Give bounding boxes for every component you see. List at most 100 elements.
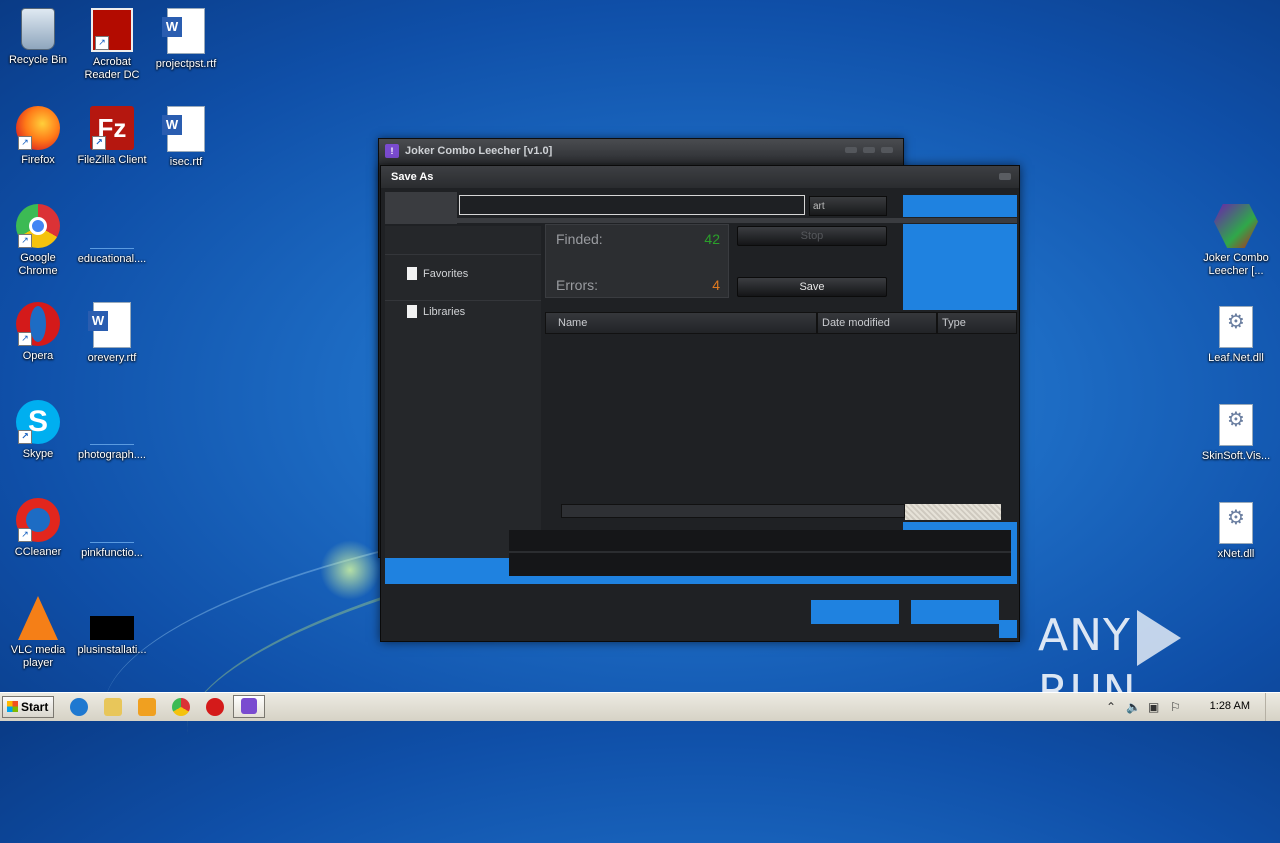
chevron-up-icon[interactable]: ⌃ — [1106, 700, 1116, 714]
desktop-icon-projectpst[interactable]: projectpst.rtf — [148, 8, 224, 71]
desktop-icon-label: Recycle Bin — [8, 54, 68, 66]
play-logo-icon — [1136, 610, 1181, 666]
desktop-icon-label: Skype — [22, 448, 54, 460]
explorer-icon[interactable] — [104, 698, 122, 716]
word-doc-icon — [88, 302, 131, 348]
vlc-icon — [18, 596, 58, 640]
dialog-save-button[interactable] — [811, 600, 899, 624]
firefox-icon: ↗ — [16, 106, 60, 150]
start-button[interactable]: Start — [2, 696, 54, 718]
taskbar: Start ⌃ 🔈 ▣ ⚐ 1:28 AM — [0, 692, 1280, 721]
recycle-bin-icon — [21, 8, 55, 50]
acrobat-icon: ↗ — [91, 8, 133, 52]
desktop-icon-acrobat[interactable]: ↗ Acrobat Reader DC — [74, 8, 150, 82]
watermark-text: ANY — [1038, 610, 1131, 661]
save-as-dialog[interactable]: Save As art Favorites Libraries Finded: … — [380, 165, 1020, 642]
resize-grip[interactable] — [999, 620, 1017, 638]
desktop-icon-label: isec.rtf — [169, 156, 203, 168]
filezilla-icon: Fz ↗ — [90, 106, 134, 150]
divider — [385, 218, 1017, 223]
opera-icon[interactable] — [206, 698, 224, 716]
dll-file-icon — [1219, 404, 1253, 446]
desktop-icon-leaf-dll[interactable]: Leaf.Net.dll — [1198, 306, 1274, 365]
save-button[interactable]: Save — [737, 277, 887, 297]
blank-file-icon — [90, 422, 134, 445]
network-icon[interactable]: ▣ — [1148, 700, 1159, 714]
show-desktop-button[interactable] — [1265, 693, 1280, 721]
desktop-icon-label: orevery.rtf — [87, 352, 137, 364]
flag-icon[interactable]: ⚐ — [1170, 700, 1181, 714]
errors-value: 4 — [712, 277, 720, 293]
shortcut-arrow-icon: ↗ — [92, 136, 106, 150]
errors-label: Errors: — [556, 277, 598, 293]
close-icon[interactable] — [999, 173, 1011, 180]
desktop-icon-orevery[interactable]: orevery.rtf — [74, 302, 150, 365]
nav-label: Favorites — [423, 268, 469, 280]
skype-icon: S ↗ — [16, 400, 60, 444]
desktop-icon-label: FileZilla Client — [77, 154, 147, 166]
desktop-icon-label: Google Chrome — [18, 252, 58, 277]
desktop-icon-label: educational.... — [77, 253, 147, 265]
column-header-type[interactable]: Type — [937, 312, 1017, 334]
opera-icon: ↗ — [16, 302, 60, 346]
nav-divider — [385, 300, 541, 301]
nav-item-libraries[interactable]: Libraries — [405, 302, 465, 322]
search-button[interactable]: art — [809, 196, 887, 216]
ie-icon[interactable] — [70, 698, 88, 716]
desktop-icon-label: Firefox — [21, 154, 55, 166]
dll-file-icon — [1219, 306, 1253, 348]
save-as-title-bar[interactable]: Save As — [381, 166, 1019, 188]
desktop-icon-joker[interactable]: Joker Combo Leecher [... — [1198, 204, 1274, 278]
desktop-icon-label: Joker Combo Leecher [... — [1203, 252, 1269, 277]
desktop-icon-skype[interactable]: S ↗ Skype — [0, 400, 76, 461]
clock[interactable]: 1:28 AM — [1210, 700, 1250, 712]
column-header-name[interactable]: Name — [545, 312, 817, 334]
nav-item-favorites[interactable]: Favorites — [405, 264, 468, 284]
desktop-icon-label: pinkfunctio... — [81, 547, 143, 559]
desktop-icon-vlc[interactable]: VLC media player — [0, 596, 76, 670]
chrome-icon[interactable] — [172, 698, 190, 716]
dialog-cancel-button[interactable] — [911, 600, 999, 624]
blank-file-icon — [90, 226, 134, 249]
desktop-icon-photograph[interactable]: photograph.... — [74, 400, 150, 462]
shortcut-arrow-icon: ↗ — [95, 36, 109, 50]
file-list[interactable] — [545, 336, 1017, 522]
desktop-icon-label: photograph.... — [78, 449, 146, 461]
path-input[interactable] — [459, 195, 805, 215]
nav-divider — [385, 254, 541, 255]
window-title: Joker Combo Leecher [v1.0] — [405, 145, 553, 157]
word-doc-icon — [162, 106, 205, 152]
media-player-icon[interactable] — [138, 698, 156, 716]
column-header-date-modified[interactable]: Date modified — [817, 312, 937, 334]
desktop-icon-label: CCleaner — [14, 546, 62, 558]
black-file-icon — [90, 616, 134, 640]
desktop-icon-label: projectpst.rtf — [155, 58, 217, 70]
desktop-icon-educational[interactable]: educational.... — [74, 204, 150, 266]
desktop-icon-xnet-dll[interactable]: xNet.dll — [1198, 502, 1274, 561]
desktop-icon-ccleaner[interactable]: ↗ CCleaner — [0, 498, 76, 559]
desktop-icon-plusinstallation[interactable]: plusinstallati... — [74, 596, 150, 657]
desktop-icon-pinkfunction[interactable]: pinkfunctio... — [74, 498, 150, 560]
shortcut-arrow-icon: ↗ — [18, 332, 32, 346]
close-icon[interactable] — [881, 147, 893, 153]
folder-icon — [407, 305, 417, 318]
desktop-icon-isec[interactable]: isec.rtf — [148, 106, 224, 169]
shortcut-arrow-icon: ↗ — [18, 234, 32, 248]
horizontal-scrollbar[interactable] — [561, 504, 905, 518]
divider — [509, 551, 1011, 553]
maximize-icon[interactable] — [863, 147, 875, 153]
finded-value: 42 — [704, 231, 720, 247]
desktop-icon-skinsoft-dll[interactable]: SkinSoft.Vis... — [1198, 404, 1274, 463]
nav-label: Libraries — [423, 306, 466, 318]
minimize-icon[interactable] — [845, 147, 857, 153]
stop-button[interactable]: Stop — [737, 226, 887, 246]
desktop-icon-chrome[interactable]: ↗ Google Chrome — [0, 204, 76, 278]
volume-icon[interactable]: 🔈 — [1126, 700, 1141, 714]
desktop-icon-filezilla[interactable]: Fz ↗ FileZilla Client — [74, 106, 150, 167]
taskbar-joker-button[interactable] — [233, 695, 265, 718]
desktop-icon-label: Opera — [22, 350, 54, 362]
desktop-icon-recycle-bin[interactable]: Recycle Bin — [0, 8, 76, 67]
desktop-icon-firefox[interactable]: ↗ Firefox — [0, 106, 76, 167]
desktop-icon-opera[interactable]: ↗ Opera — [0, 302, 76, 363]
joker-title-bar[interactable]: ! Joker Combo Leecher [v1.0] — [379, 139, 903, 163]
